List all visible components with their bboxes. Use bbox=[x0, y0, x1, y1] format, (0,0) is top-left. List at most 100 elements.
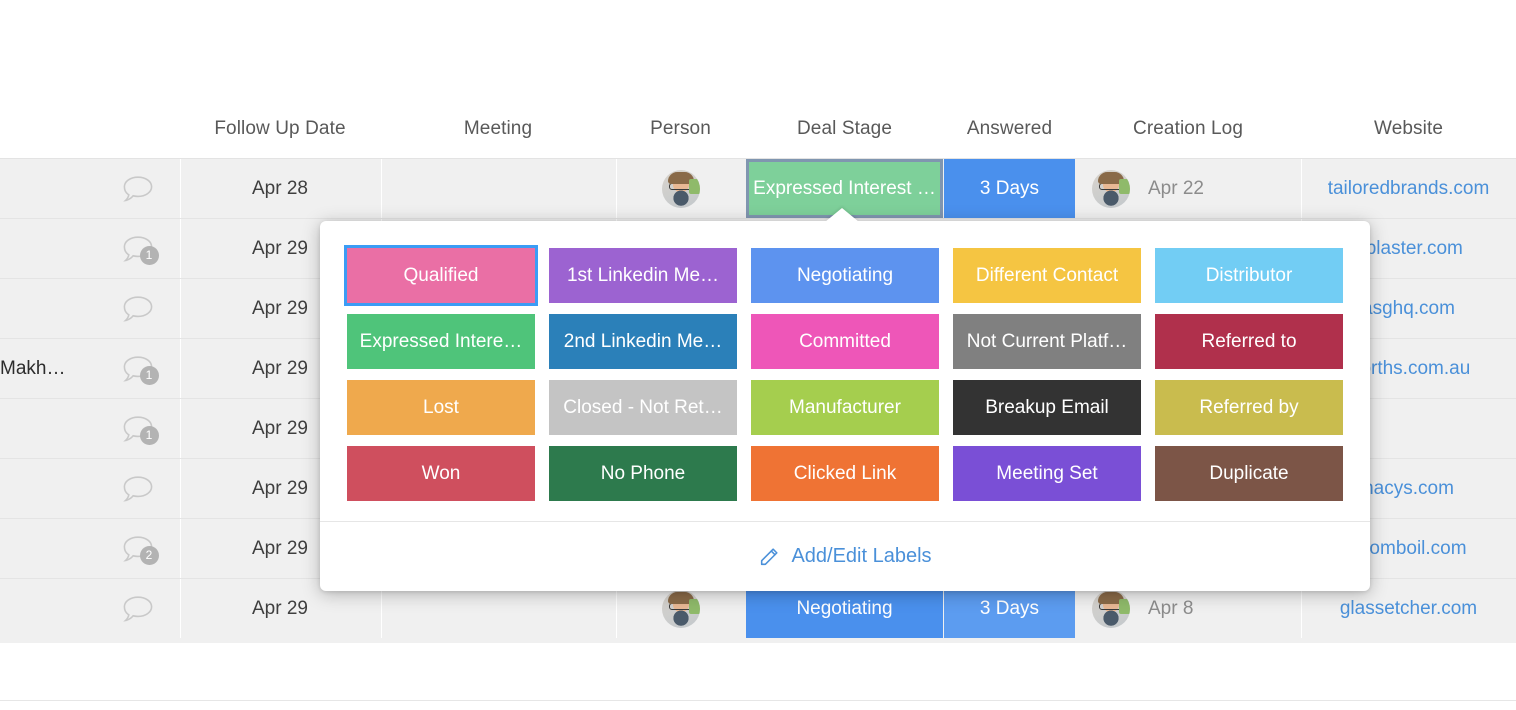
follow-up-date-text: Apr 29 bbox=[252, 357, 308, 379]
label-option-closed-not-ret[interactable]: Closed - Not Ret… bbox=[549, 380, 737, 435]
column-header-creation-log[interactable]: Creation Log bbox=[1076, 100, 1300, 158]
column-header-label: Follow Up Date bbox=[214, 118, 346, 139]
cell-company-name[interactable] bbox=[0, 459, 95, 518]
column-header-label: Meeting bbox=[463, 118, 533, 139]
cell-company-name[interactable] bbox=[0, 519, 95, 578]
label-option-negotiating[interactable]: Negotiating bbox=[751, 248, 939, 303]
column-header-label: Person bbox=[650, 118, 711, 139]
cell-company-name[interactable]: Makh… bbox=[0, 339, 95, 398]
label-option-referred-to[interactable]: Referred to bbox=[1155, 314, 1343, 369]
column-header-meeting[interactable]: Meeting bbox=[381, 100, 615, 158]
cell-company-name[interactable] bbox=[0, 399, 95, 458]
cell-comments[interactable] bbox=[95, 459, 180, 518]
label-option-lost[interactable]: Lost bbox=[347, 380, 535, 435]
cell-comments[interactable] bbox=[95, 159, 180, 218]
comment-bubble-icon[interactable]: 1 bbox=[121, 354, 159, 385]
comment-count-badge: 1 bbox=[139, 245, 159, 265]
column-header-deal-stage[interactable]: Deal Stage bbox=[746, 100, 943, 158]
cell-comments[interactable]: 1 bbox=[95, 339, 180, 398]
comment-bubble-icon[interactable] bbox=[121, 174, 155, 204]
label-option-qualified[interactable]: Qualified bbox=[344, 245, 538, 306]
label-option-won[interactable]: Won bbox=[347, 446, 535, 501]
comment-bubble-icon[interactable]: 1 bbox=[121, 414, 159, 445]
cell-company-name[interactable] bbox=[0, 219, 95, 278]
column-header-website[interactable]: Website bbox=[1301, 100, 1516, 158]
add-edit-labels-button[interactable]: Add/Edit Labels bbox=[758, 545, 932, 568]
popover-footer: Add/Edit Labels bbox=[320, 521, 1370, 591]
avatar-badge bbox=[1119, 598, 1130, 614]
website-link[interactable]: asghq.com bbox=[1362, 298, 1455, 320]
company-name-text: Makh… bbox=[0, 357, 66, 379]
label-option-referred-by[interactable]: Referred by bbox=[1155, 380, 1343, 435]
follow-up-date-text: Apr 29 bbox=[252, 477, 308, 499]
cell-meeting[interactable] bbox=[381, 159, 615, 218]
label-option-distributor[interactable]: Distributor bbox=[1155, 248, 1343, 303]
label-option-meeting-set[interactable]: Meeting Set bbox=[953, 446, 1141, 501]
cell-company-name[interactable] bbox=[0, 279, 95, 338]
label-option-clicked-link[interactable]: Clicked Link bbox=[751, 446, 939, 501]
label-option-breakup-email[interactable]: Breakup Email bbox=[953, 380, 1141, 435]
comment-bubble-icon[interactable]: 1 bbox=[121, 234, 159, 265]
avatar-badge bbox=[688, 598, 700, 614]
column-header-person[interactable]: Person bbox=[616, 100, 745, 158]
top-whitespace bbox=[0, 0, 1516, 100]
follow-up-date-text: Apr 29 bbox=[252, 297, 308, 319]
label-option-no-phone[interactable]: No Phone bbox=[549, 446, 737, 501]
bottom-divider bbox=[0, 700, 1516, 701]
comment-count-badge: 1 bbox=[139, 365, 159, 385]
cell-follow-up-date[interactable]: Apr 28 bbox=[180, 159, 380, 218]
cell-comments[interactable]: 1 bbox=[95, 399, 180, 458]
column-header-row: Follow Up Date Meeting Person Deal Stage Ans… bbox=[0, 100, 1516, 158]
table-row[interactable]: Apr 28 Expressed Interest … 3 Days Apr 22 ta… bbox=[0, 159, 1516, 219]
cell-website[interactable]: tailoredbrands.com bbox=[1301, 159, 1516, 218]
label-option-expressed-intere[interactable]: Expressed Intere… bbox=[347, 314, 535, 369]
cell-person[interactable] bbox=[616, 159, 745, 218]
comment-bubble-icon[interactable] bbox=[121, 594, 155, 624]
spreadsheet-app: Follow Up Date Meeting Person Deal Stage Ans… bbox=[0, 0, 1516, 710]
label-option-1st-linkedin-me[interactable]: 1st Linkedin Me… bbox=[549, 248, 737, 303]
answered-chip[interactable]: 3 Days bbox=[944, 159, 1075, 218]
label-option-manufacturer[interactable]: Manufacturer bbox=[751, 380, 939, 435]
website-link[interactable]: tailoredbrands.com bbox=[1328, 178, 1490, 200]
labels-grid: Qualified 1st Linkedin Me… Negotiating Diff… bbox=[320, 221, 1370, 521]
add-edit-labels-label: Add/Edit Labels bbox=[791, 545, 932, 567]
popover-arrow bbox=[825, 208, 859, 222]
comment-count-badge: 2 bbox=[139, 545, 159, 565]
avatar[interactable] bbox=[661, 169, 700, 208]
avatar-badge bbox=[688, 178, 700, 194]
avatar[interactable] bbox=[1092, 169, 1130, 208]
comment-bubble-icon[interactable] bbox=[121, 294, 155, 324]
creation-date-text: Apr 8 bbox=[1148, 597, 1194, 619]
comment-bubble-icon[interactable]: 2 bbox=[121, 534, 159, 565]
follow-up-date-text: Apr 28 bbox=[252, 177, 308, 199]
cell-company-name[interactable] bbox=[0, 159, 95, 218]
deal-stage-label-picker: Qualified 1st Linkedin Me… Negotiating Diff… bbox=[320, 208, 1370, 591]
label-option-not-current-platf[interactable]: Not Current Platf… bbox=[953, 314, 1141, 369]
cell-answered[interactable]: 3 Days bbox=[944, 159, 1075, 218]
cell-comments[interactable]: 1 bbox=[95, 219, 180, 278]
cell-comments[interactable] bbox=[95, 279, 180, 338]
follow-up-date-text: Apr 29 bbox=[252, 417, 308, 439]
comment-bubble-icon[interactable] bbox=[121, 474, 155, 504]
label-option-committed[interactable]: Committed bbox=[751, 314, 939, 369]
pencil-icon bbox=[758, 546, 780, 568]
column-header-answered[interactable]: Answered bbox=[944, 100, 1075, 158]
column-header-label: Creation Log bbox=[1133, 118, 1243, 139]
cell-company-name[interactable] bbox=[0, 579, 95, 638]
label-option-2nd-linkedin-me[interactable]: 2nd Linkedin Me… bbox=[549, 314, 737, 369]
column-header-label: Deal Stage bbox=[796, 118, 892, 139]
avatar[interactable] bbox=[1092, 589, 1130, 628]
column-header-label: Website bbox=[1374, 118, 1443, 139]
label-option-different-contact[interactable]: Different Contact bbox=[953, 248, 1141, 303]
cell-comments[interactable] bbox=[95, 579, 180, 638]
cell-comments[interactable]: 2 bbox=[95, 519, 180, 578]
website-link[interactable]: rtblaster.com bbox=[1354, 238, 1463, 260]
cell-creation-log[interactable]: Apr 22 bbox=[1076, 159, 1300, 218]
avatar[interactable] bbox=[661, 589, 700, 628]
label-option-duplicate[interactable]: Duplicate bbox=[1155, 446, 1343, 501]
column-header-follow-up-date[interactable]: Follow Up Date bbox=[180, 100, 380, 158]
website-link[interactable]: glassetcher.com bbox=[1340, 598, 1477, 620]
avatar-badge bbox=[1119, 178, 1130, 194]
website-link[interactable]: nacys.com bbox=[1363, 478, 1454, 500]
follow-up-date-text: Apr 29 bbox=[252, 537, 308, 559]
